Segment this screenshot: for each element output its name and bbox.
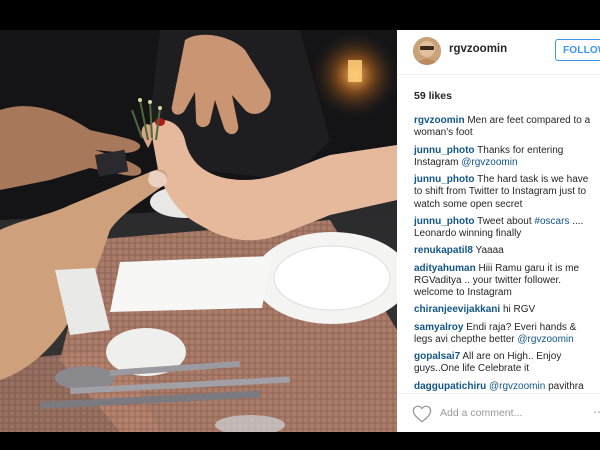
comment-bar: Add a comment... ⋯ (397, 393, 600, 432)
comment-username[interactable]: junnu_photo (414, 216, 475, 227)
comment-username[interactable]: adityahuman (414, 263, 476, 274)
comment-hashtag[interactable]: #oscars (534, 216, 569, 227)
comment-item: junnu_photo Thanks for entering Instagra… (414, 145, 596, 170)
avatar-image (413, 37, 441, 65)
comment-username[interactable]: daggupatichiru (414, 381, 486, 392)
comment-username[interactable]: chiranjeevijakkani (414, 304, 500, 315)
comments-list: rgvzoomin Men are feet compared to a wom… (414, 115, 596, 393)
comment-item: chiranjeevijakkani hi RGV (414, 304, 596, 316)
post-photo-illustration (0, 30, 397, 432)
screenshot-frame: rgvzoomin FOLLOW 59 likes rgvzoomin Men … (0, 0, 600, 450)
comment-item: gopalsai7 All are on High.. Enjoy guys..… (414, 351, 596, 376)
comment-text-after: pavithra (545, 380, 584, 392)
comment-item: adityahuman Hiii Ramu garu it is me RGVa… (414, 263, 596, 300)
comment-username[interactable]: junnu_photo (414, 174, 475, 185)
comment-username[interactable]: junnu_photo (414, 145, 475, 156)
likes-count[interactable]: 59 likes (414, 90, 452, 102)
avatar[interactable] (413, 37, 441, 65)
post-header: rgvzoomin FOLLOW (397, 30, 600, 75)
comment-mention[interactable]: @rgvzoomin (517, 334, 573, 345)
comment-item: renukapatil8 Yaaaa (414, 245, 596, 257)
post-photo[interactable] (0, 30, 397, 432)
post-sidebar: rgvzoomin FOLLOW 59 likes rgvzoomin Men … (397, 30, 600, 432)
comment-item: junnu_photo The hard task is we have to … (414, 174, 596, 211)
comment-username[interactable]: renukapatil8 (414, 245, 473, 256)
comment-mention[interactable]: @rgvzoomin (489, 381, 545, 392)
comment-mention[interactable]: @rgvzoomin (461, 157, 517, 168)
comment-text: Tweet about (477, 215, 535, 227)
comment-username[interactable]: samyalroy (414, 322, 463, 333)
comment-username[interactable]: rgvzoomin (414, 115, 465, 126)
comment-text: hi RGV (502, 304, 536, 316)
comment-item: samyalroy Endi raja? Everi hands & legs … (414, 322, 596, 347)
heart-icon[interactable] (412, 405, 432, 423)
post-username[interactable]: rgvzoomin (449, 43, 507, 55)
comment-item: rgvzoomin Men are feet compared to a wom… (414, 115, 596, 140)
comment-item: junnu_photo Tweet about #oscars .... Leo… (414, 216, 596, 241)
comment-text: Yaaaa (475, 245, 504, 257)
more-options-icon[interactable]: ⋯ (593, 405, 600, 419)
comment-username[interactable]: gopalsai7 (414, 351, 460, 362)
add-comment-input[interactable]: Add a comment... (440, 407, 522, 419)
follow-button[interactable]: FOLLOW (555, 39, 600, 61)
comment-item: daggupatichiru @rgvzoomin pavithra (414, 381, 596, 393)
